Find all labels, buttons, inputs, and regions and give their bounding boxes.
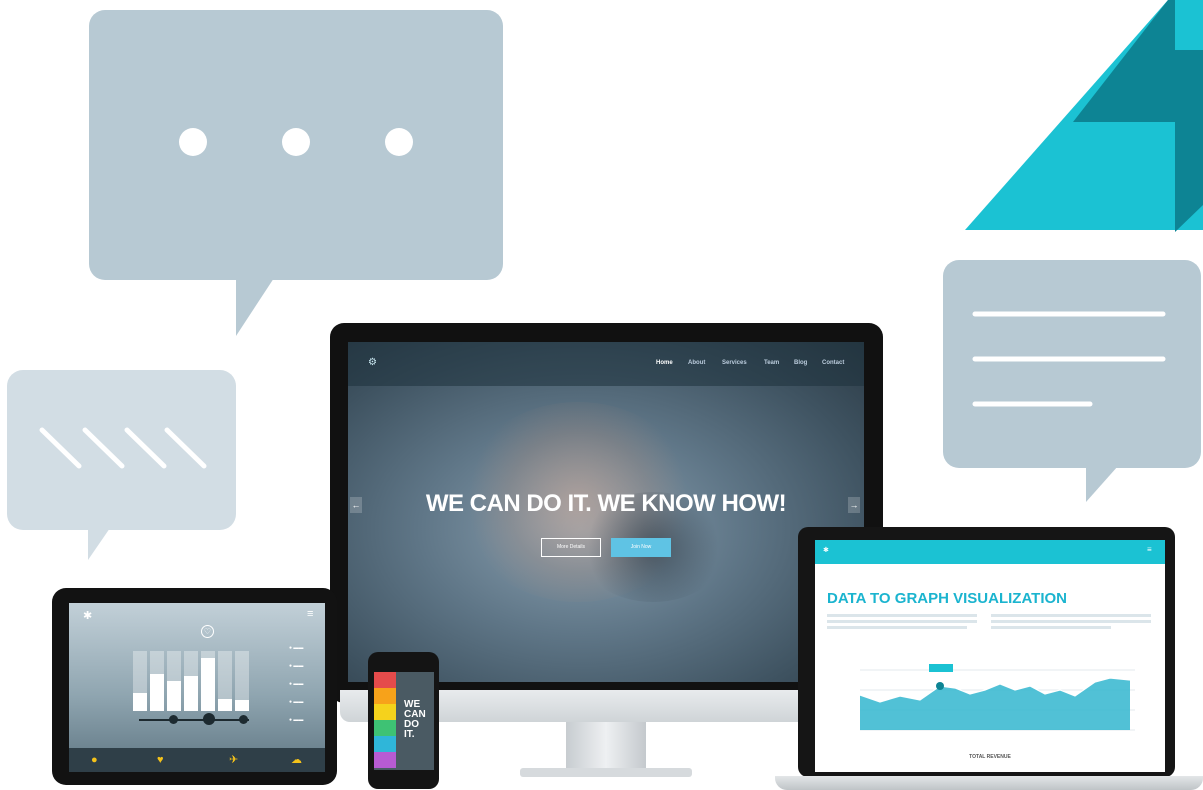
chart-footer-label: TOTAL REVENUE (969, 754, 1011, 760)
laptop-base (775, 776, 1203, 790)
nav-services[interactable]: Services (722, 360, 747, 366)
typing-dot (179, 128, 207, 156)
app-tile[interactable] (374, 688, 396, 704)
paragraph-line (991, 614, 1151, 617)
revenue-area-chart (859, 664, 1135, 731)
phone-headline-line: IT. (404, 729, 415, 740)
side-stat-row: ● ▬▬ (289, 717, 304, 723)
app-tile[interactable] (374, 736, 396, 752)
tablet-screen: ✱ ≡ ♡ ● ▬▬ ● ▬▬ ● ▬▬ ● ▬▬ ● ▬▬ ● ♥ ✈ ☁ (69, 603, 325, 772)
nav-blog[interactable]: Blog (794, 360, 807, 366)
stripes-speech-bubble (7, 370, 236, 530)
slider-track[interactable] (139, 719, 249, 721)
site-logo-icon[interactable]: ⚙ (368, 357, 377, 368)
monitor-stand-base (520, 768, 692, 777)
nav-contact[interactable]: Contact (822, 360, 844, 366)
heart-icon: ♡ (201, 625, 214, 638)
tablet-bottom-bar: ● ♥ ✈ ☁ (69, 748, 325, 772)
section-title: DATA TO GRAPH VISUALIZATION (827, 590, 1067, 607)
app-tile[interactable] (374, 720, 396, 736)
more-details-button[interactable]: More Details (541, 538, 601, 557)
paragraph-line (827, 614, 977, 617)
app-tile[interactable] (374, 704, 396, 720)
slider-knob[interactable] (203, 713, 215, 725)
cloud-icon[interactable]: ☁ (291, 753, 302, 766)
nav-home[interactable]: Home (656, 360, 673, 366)
monitor-stand (566, 722, 646, 770)
typing-dot (385, 128, 413, 156)
teal-corner-shape (965, 0, 1203, 232)
tablet-bar (201, 658, 215, 711)
paragraph-line (991, 620, 1151, 623)
bubble-tail (236, 278, 274, 336)
app-tile[interactable] (374, 672, 396, 688)
tablet-bar (184, 676, 198, 711)
slider-knob[interactable] (169, 715, 178, 724)
text-lines-speech-bubble (943, 260, 1201, 468)
gear-icon[interactable]: ✱ (83, 609, 92, 622)
typing-dot (282, 128, 310, 156)
stripes-icon (39, 427, 207, 469)
paragraph-line (827, 620, 977, 623)
pin-icon[interactable]: ✈ (229, 753, 238, 766)
side-stat-row: ● ▬▬ (289, 699, 304, 705)
site-navbar: ⚙ Home About Services Team Blog Contact (348, 342, 864, 386)
nav-team[interactable]: Team (764, 360, 779, 366)
paragraph-line (827, 626, 967, 629)
tablet-bar (235, 700, 249, 711)
side-stat-row: ● ▬▬ (289, 645, 304, 651)
side-stat-row: ● ▬▬ (289, 663, 304, 669)
tablet-bar (218, 699, 232, 711)
bubble-tail (88, 528, 110, 560)
tablet-bar (167, 681, 181, 711)
laptop-screen: ✱ ≡ DATA TO GRAPH VISUALIZATION TOTAL RE… (815, 540, 1165, 772)
join-now-button[interactable]: Join Now (611, 538, 671, 557)
typing-speech-bubble (89, 10, 503, 280)
menu-icon[interactable]: ≡ (307, 608, 313, 620)
text-lines-icon (972, 311, 1166, 407)
heart-icon[interactable]: ♥ (157, 754, 164, 766)
lightbulb-icon[interactable]: ● (91, 754, 98, 766)
app-tile[interactable] (374, 752, 396, 768)
menu-icon[interactable]: ≡ (1147, 545, 1152, 554)
paragraph-line (991, 626, 1111, 629)
hero-title: WE CAN DO IT. WE KNOW HOW! (425, 490, 787, 517)
side-stat-row: ● ▬▬ (289, 681, 304, 687)
laptop-header-bar: ✱ ≡ (815, 540, 1165, 564)
tablet-bar (133, 693, 147, 711)
slider-knob[interactable] (239, 715, 248, 724)
nav-about[interactable]: About (688, 360, 705, 366)
phone-screen: WE CAN DO IT. (374, 672, 434, 770)
bubble-tail (1086, 466, 1118, 502)
tablet-bar (150, 674, 164, 711)
logo-icon[interactable]: ✱ (823, 546, 829, 554)
monitor-screen: ⚙ Home About Services Team Blog Contact … (348, 342, 864, 682)
